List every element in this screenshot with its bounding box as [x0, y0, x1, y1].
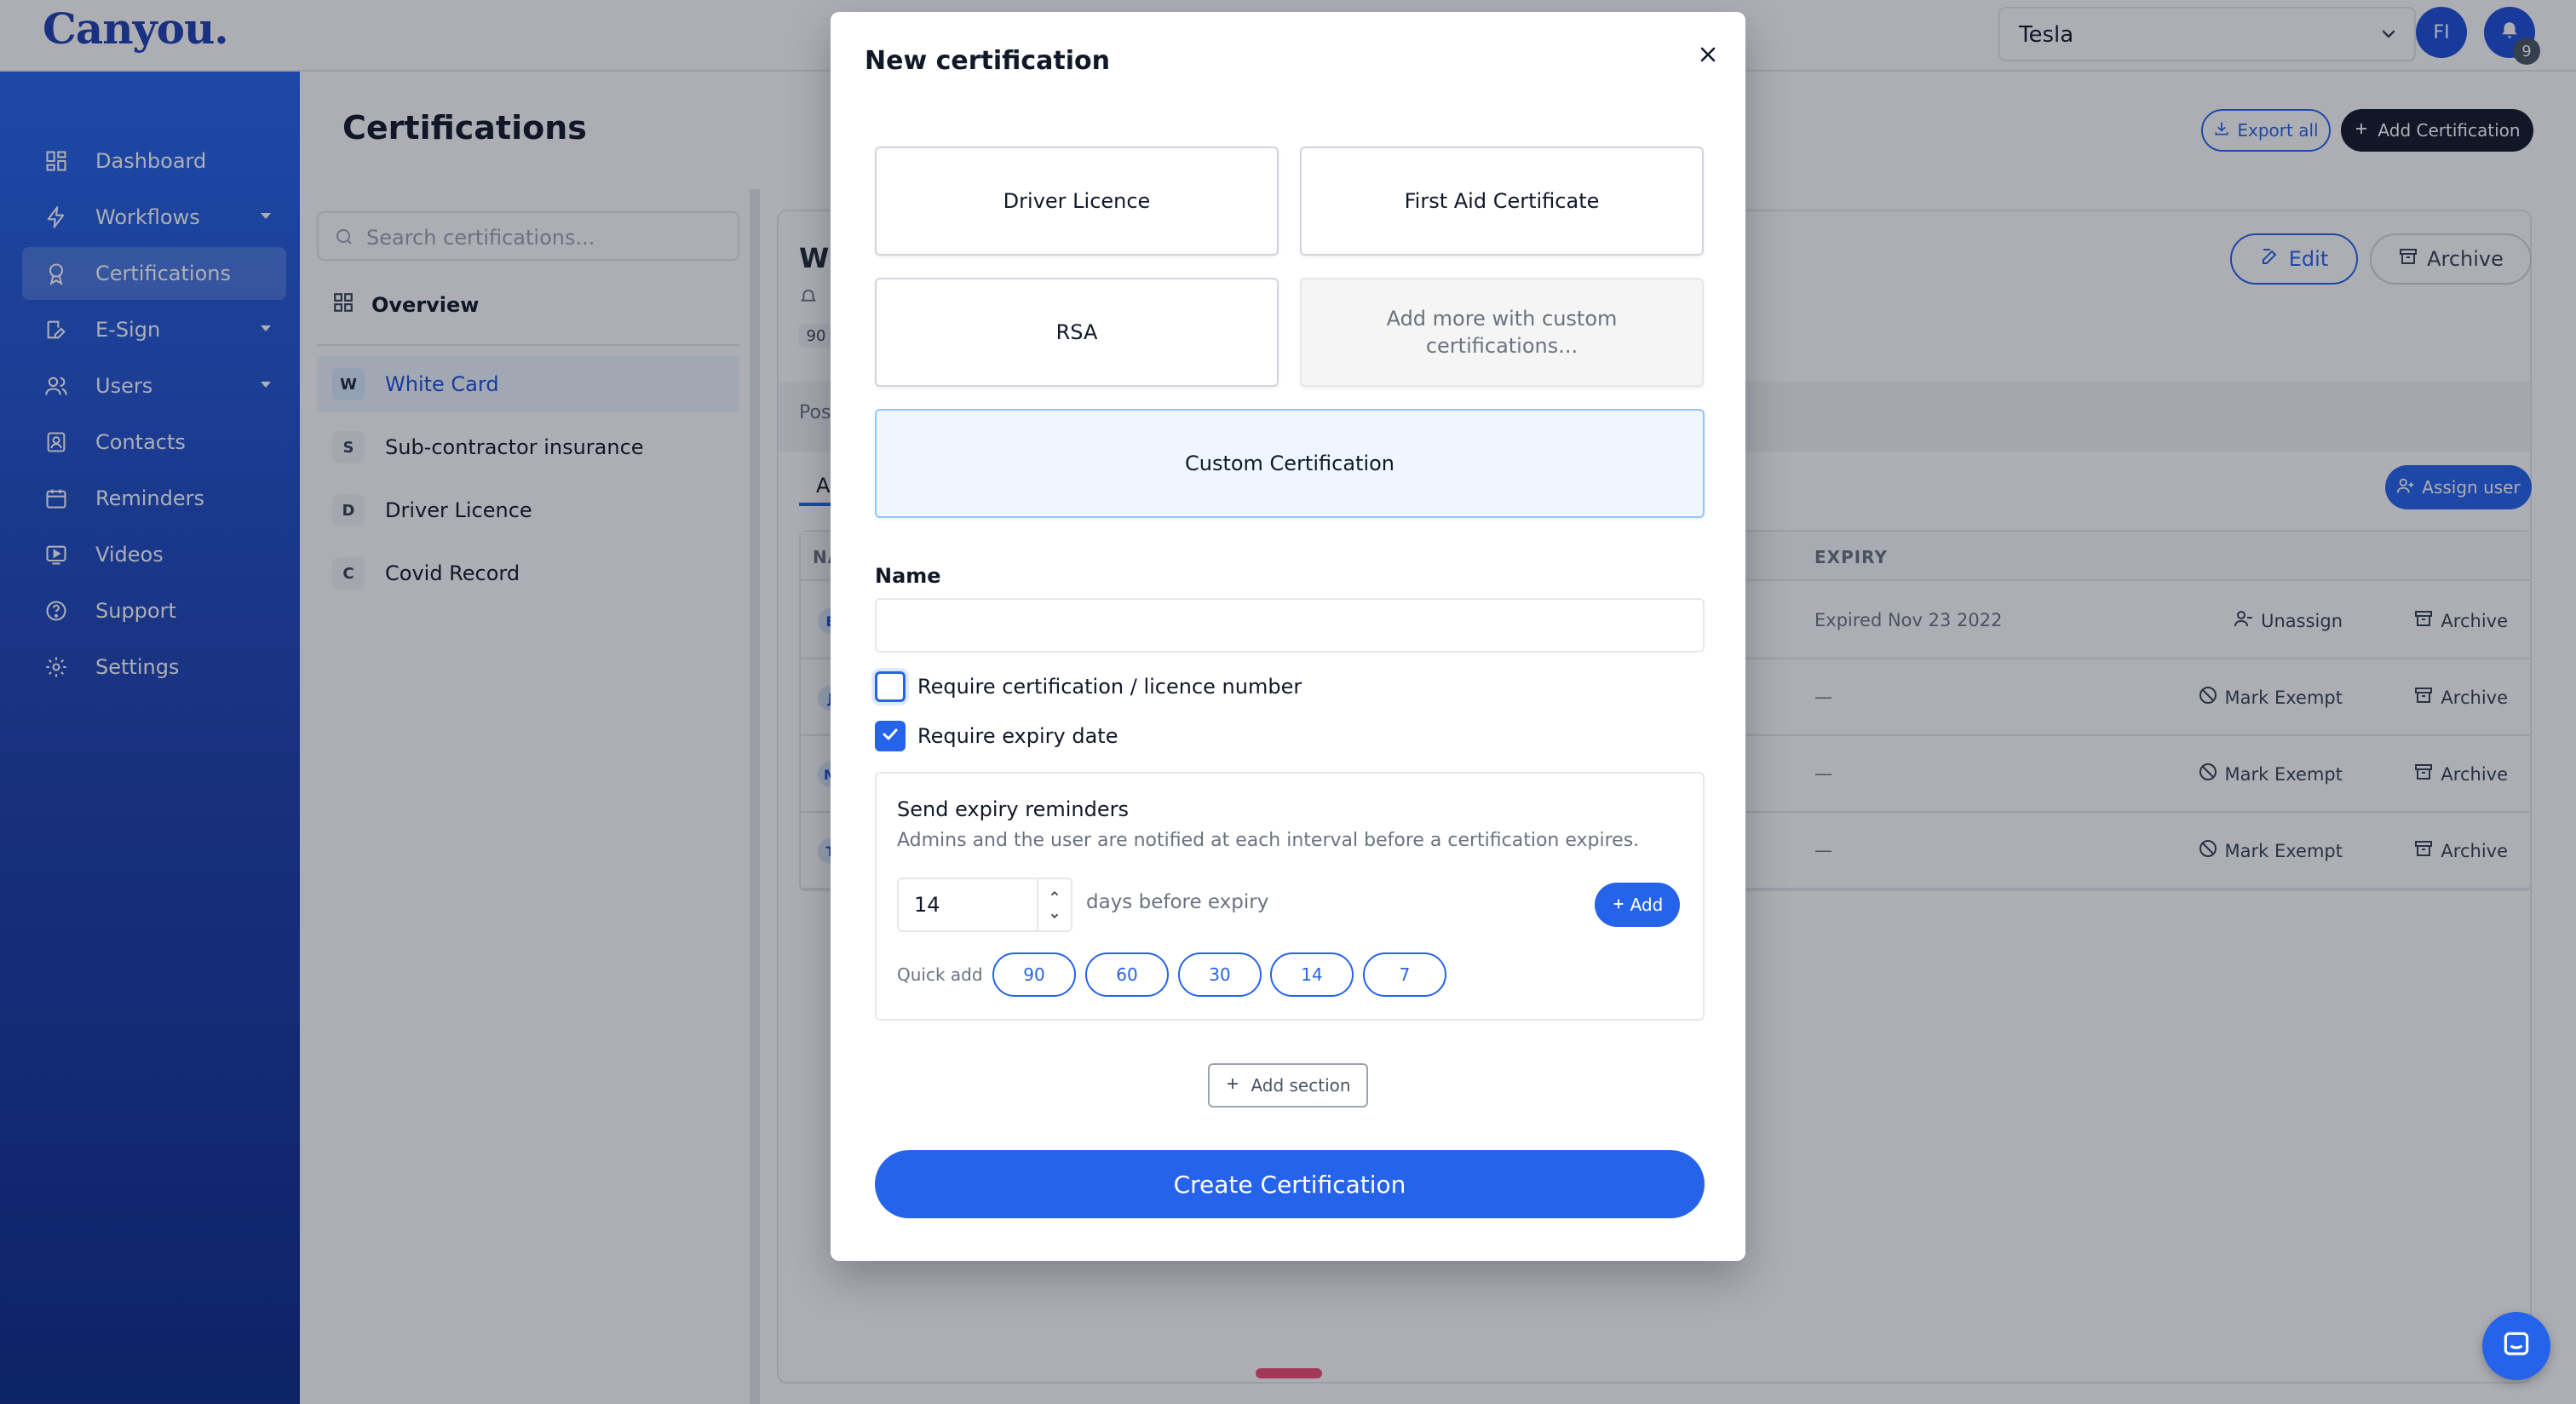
add-section-label: Add section: [1251, 1075, 1351, 1096]
require-number-label: Require certification / licence number: [917, 675, 1302, 699]
require-expiry-label: Require expiry date: [917, 724, 1118, 748]
name-input[interactable]: [875, 598, 1705, 653]
quick-add-label: Quick add: [897, 964, 983, 985]
close-button[interactable]: [1693, 41, 1723, 72]
quick-add-chip-90[interactable]: 90: [992, 952, 1076, 997]
chevron-down-icon[interactable]: [1049, 910, 1061, 922]
preset-custom-certification[interactable]: Custom Certification: [875, 409, 1705, 518]
stepper-controls: [1037, 879, 1071, 930]
require-expiry-checkbox[interactable]: [875, 721, 906, 751]
plus-icon: [1612, 895, 1625, 915]
create-certification-button[interactable]: Create Certification: [875, 1150, 1705, 1218]
quick-add-chip-60[interactable]: 60: [1085, 952, 1169, 997]
add-more-line-2: certifications...: [1425, 334, 1578, 358]
quick-add-chip-7[interactable]: 7: [1363, 952, 1446, 997]
chevron-up-icon[interactable]: [1049, 888, 1061, 900]
preset-driver-licence[interactable]: Driver Licence: [875, 147, 1279, 256]
chat-support-button[interactable]: [2482, 1312, 2550, 1380]
reminder-days-suffix: days before expiry: [1086, 891, 1269, 913]
preset-add-more-placeholder: Add more with custom certifications...: [1300, 278, 1704, 387]
quick-add-chip-14[interactable]: 14: [1270, 952, 1354, 997]
name-label: Name: [875, 564, 941, 588]
reminder-days-stepper[interactable]: 14: [897, 878, 1072, 932]
require-number-checkbox[interactable]: [875, 671, 906, 702]
add-more-line-1: Add more with custom: [1386, 307, 1618, 331]
new-certification-modal: New certification Driver Licence First A…: [831, 12, 1745, 1261]
quick-add-chip-30[interactable]: 30: [1178, 952, 1262, 997]
plus-icon: [1225, 1075, 1240, 1096]
reminders-description: Admins and the user are notified at each…: [897, 830, 1640, 851]
close-icon: [1698, 44, 1718, 68]
checkmark-icon: [880, 724, 900, 748]
preset-rsa[interactable]: RSA: [875, 278, 1279, 387]
scroll-drag-handle[interactable]: [1256, 1368, 1322, 1378]
preset-first-aid-certificate[interactable]: First Aid Certificate: [1300, 147, 1704, 256]
reminders-title: Send expiry reminders: [897, 797, 1129, 821]
modal-title: New certification: [865, 46, 1111, 76]
add-reminder-label: Add: [1630, 895, 1664, 915]
chat-icon: [2500, 1328, 2533, 1364]
add-section-button[interactable]: Add section: [1208, 1063, 1368, 1108]
reminder-days-value: 14: [914, 893, 940, 917]
add-reminder-button[interactable]: Add: [1595, 883, 1680, 927]
